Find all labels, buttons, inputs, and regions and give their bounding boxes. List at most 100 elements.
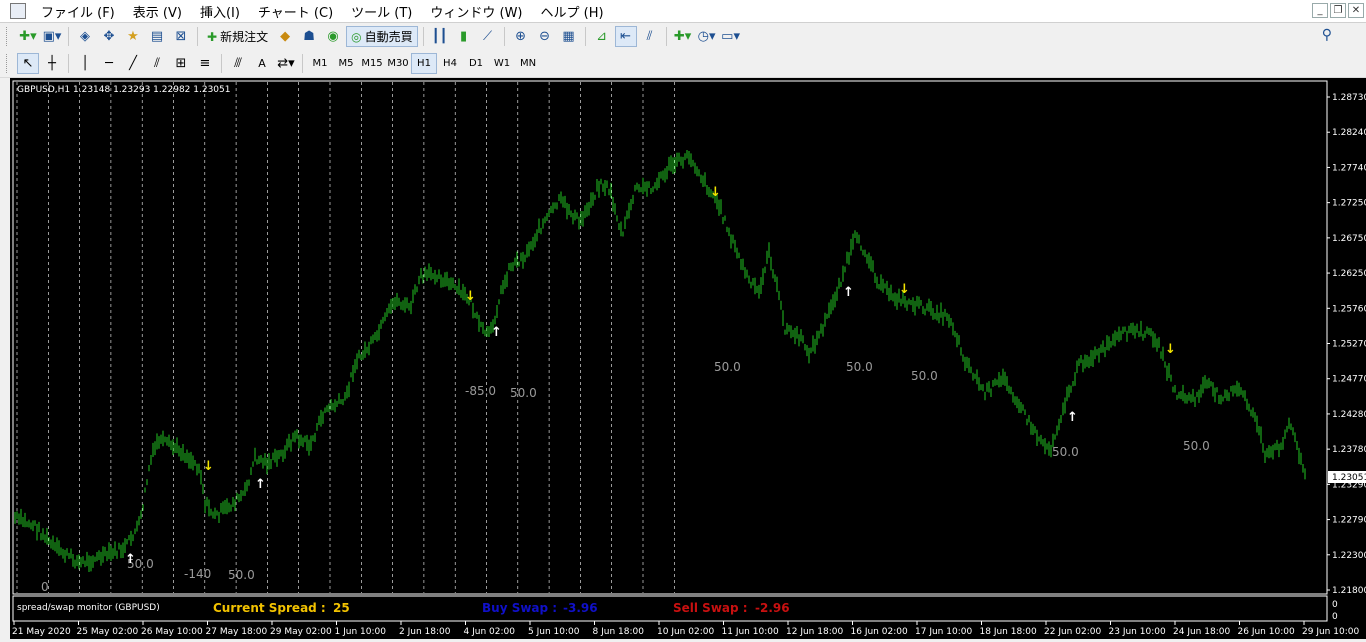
time-label: 8 Jun 18:00: [593, 627, 645, 637]
sell-swap-value: -2.96: [755, 601, 790, 615]
value-annotation: 50.0: [714, 360, 741, 374]
timeframe-d1[interactable]: D1: [463, 53, 489, 74]
candlestick-icon[interactable]: ▮: [453, 26, 475, 47]
timeframe-m5[interactable]: M5: [333, 53, 359, 74]
tester-icon[interactable]: ⊠: [170, 26, 192, 47]
time-label: 18 Jun 18:00: [980, 627, 1037, 637]
cursor-icon[interactable]: ↖: [17, 53, 39, 74]
value-annotation: 50.0: [510, 386, 537, 400]
price-label: 1.22790: [1332, 516, 1366, 526]
time-label: 29 Jun 10:00: [1302, 627, 1359, 637]
line-chart-icon[interactable]: ⟋: [477, 26, 499, 47]
time-label: 21 May 2020: [12, 627, 71, 637]
chart-shift-icon[interactable]: ⊿: [591, 26, 613, 47]
up-arrow-icon: ↑: [491, 325, 502, 340]
time-label: 27 May 18:00: [206, 627, 268, 637]
period-separators-icon[interactable]: ⫽: [639, 26, 661, 47]
timeframe-w1[interactable]: W1: [489, 53, 515, 74]
time-label: 2 Jun 18:00: [399, 627, 451, 637]
price-label: 1.22300: [1332, 551, 1366, 561]
periods-icon[interactable]: ◷▾: [696, 26, 718, 47]
buy-swap-label: Buy Swap :: [482, 601, 557, 615]
indicators-icon[interactable]: ✚▾: [672, 26, 694, 47]
zoom-in-icon[interactable]: ⊕: [510, 26, 532, 47]
timeframe-m15[interactable]: M15: [359, 53, 385, 74]
menu-view[interactable]: 表示 (V): [124, 2, 191, 21]
value-annotation: 50.0: [846, 360, 873, 374]
time-label: 22 Jun 02:00: [1044, 627, 1101, 637]
fibonacci-retracement-icon[interactable]: ⊞: [170, 53, 192, 74]
trendline-icon[interactable]: ╱: [122, 53, 144, 74]
menu-window[interactable]: ウィンドウ (W): [421, 2, 531, 21]
time-label: 11 Jun 10:00: [722, 627, 779, 637]
time-label: 10 Jun 02:00: [657, 627, 714, 637]
vertical-line-icon[interactable]: │: [74, 53, 96, 74]
terminal-icon[interactable]: ▤: [146, 26, 168, 47]
price-label: 1.21800: [1332, 586, 1366, 596]
timeframe-h1[interactable]: H1: [411, 53, 437, 74]
time-label: 26 Jun 10:00: [1238, 627, 1295, 637]
crosshair-icon[interactable]: ┼: [41, 53, 63, 74]
time-label: 24 Jun 18:00: [1173, 627, 1230, 637]
price-axis: 1.28730 1.28240 1.27740 1.27250 1.26750 1.262…: [1327, 93, 1366, 596]
timeframe-mn[interactable]: MN: [515, 53, 541, 74]
market-watch-icon[interactable]: ◈: [74, 26, 96, 47]
value-annotation: -85.0: [465, 384, 496, 398]
new-chart-icon[interactable]: ✚▾: [17, 26, 39, 47]
up-arrow-icon: ↑: [255, 477, 266, 492]
arrows-icon[interactable]: ⇄▾: [275, 53, 297, 74]
value-annotation: 50.0: [1052, 445, 1079, 459]
price-label: 1.25270: [1332, 340, 1366, 350]
horizontal-line-icon[interactable]: ─: [98, 53, 120, 74]
down-arrow-icon: ↓: [203, 459, 214, 474]
menu-help[interactable]: ヘルプ (H): [532, 2, 613, 21]
tile-windows-icon[interactable]: ▦: [558, 26, 580, 47]
down-arrow-icon: ↓: [710, 185, 721, 200]
value-annotation: -140: [184, 567, 211, 581]
navigator-icon[interactable]: ★: [122, 26, 144, 47]
close-button[interactable]: ✕: [1348, 3, 1364, 18]
app-icon: [10, 3, 26, 19]
price-label: 1.28730: [1332, 93, 1366, 103]
indicator-scale-bottom: 0: [1332, 612, 1338, 622]
profiles-icon[interactable]: ▣▾: [41, 26, 63, 47]
value-annotation: 50.0: [1183, 439, 1210, 453]
metaeditor-icon[interactable]: ◆: [274, 26, 296, 47]
signals-icon[interactable]: ☗: [298, 26, 320, 47]
bar-chart-icon[interactable]: ┃┃: [429, 26, 451, 47]
menu-charts[interactable]: チャート (C): [249, 2, 342, 21]
zoom-out-icon[interactable]: ⊖: [534, 26, 556, 47]
value-annotation: 50.0: [228, 568, 255, 582]
templates-icon[interactable]: ▭▾: [720, 26, 742, 47]
fibonacci-fan-icon[interactable]: ≡: [194, 53, 216, 74]
price-label: 1.24280: [1332, 410, 1366, 420]
gann-line-icon[interactable]: ⫻: [227, 53, 249, 74]
spread-value: 25: [333, 601, 350, 615]
indicator-name: spread/swap monitor (GBPUSD): [17, 603, 160, 613]
current-price-label: 1.23051: [1332, 473, 1366, 483]
timeframe-m1[interactable]: M1: [307, 53, 333, 74]
chart-window[interactable]: 0 50.0 -140 50.0 -85.0 50.0 50.0 50.0 50.0 50.0 50…: [10, 78, 1366, 639]
price-label: 1.26750: [1332, 234, 1366, 244]
auto-trading-button[interactable]: ◎ 自動売買: [346, 26, 418, 47]
menu-tools[interactable]: ツール (T): [342, 2, 421, 21]
menu-insert[interactable]: 挿入(I): [191, 2, 249, 21]
data-window-icon[interactable]: ✥: [98, 26, 120, 47]
menu-file[interactable]: ファイル (F): [32, 2, 124, 21]
new-order-button[interactable]: ✚ 新規注文: [203, 26, 272, 47]
new-order-icon: ✚: [207, 29, 218, 44]
minimize-button[interactable]: _: [1312, 3, 1328, 18]
autoscroll-icon[interactable]: ⇤: [614, 26, 637, 47]
restore-button[interactable]: ❐: [1330, 3, 1346, 18]
equidistant-channel-icon[interactable]: ⫽: [146, 53, 168, 74]
time-label: 4 Jun 02:00: [464, 627, 516, 637]
timeframe-h4[interactable]: H4: [437, 53, 463, 74]
time-label: 5 Jun 10:00: [528, 627, 580, 637]
price-label: 1.26250: [1332, 269, 1366, 279]
text-icon[interactable]: A: [251, 53, 273, 74]
timeframe-m30[interactable]: M30: [385, 53, 411, 74]
price-label: 1.24770: [1332, 375, 1366, 385]
sell-swap-label: Sell Swap :: [673, 601, 748, 615]
search-icon[interactable]: ⚲: [1322, 27, 1332, 43]
market-icon[interactable]: ◉: [322, 26, 344, 47]
